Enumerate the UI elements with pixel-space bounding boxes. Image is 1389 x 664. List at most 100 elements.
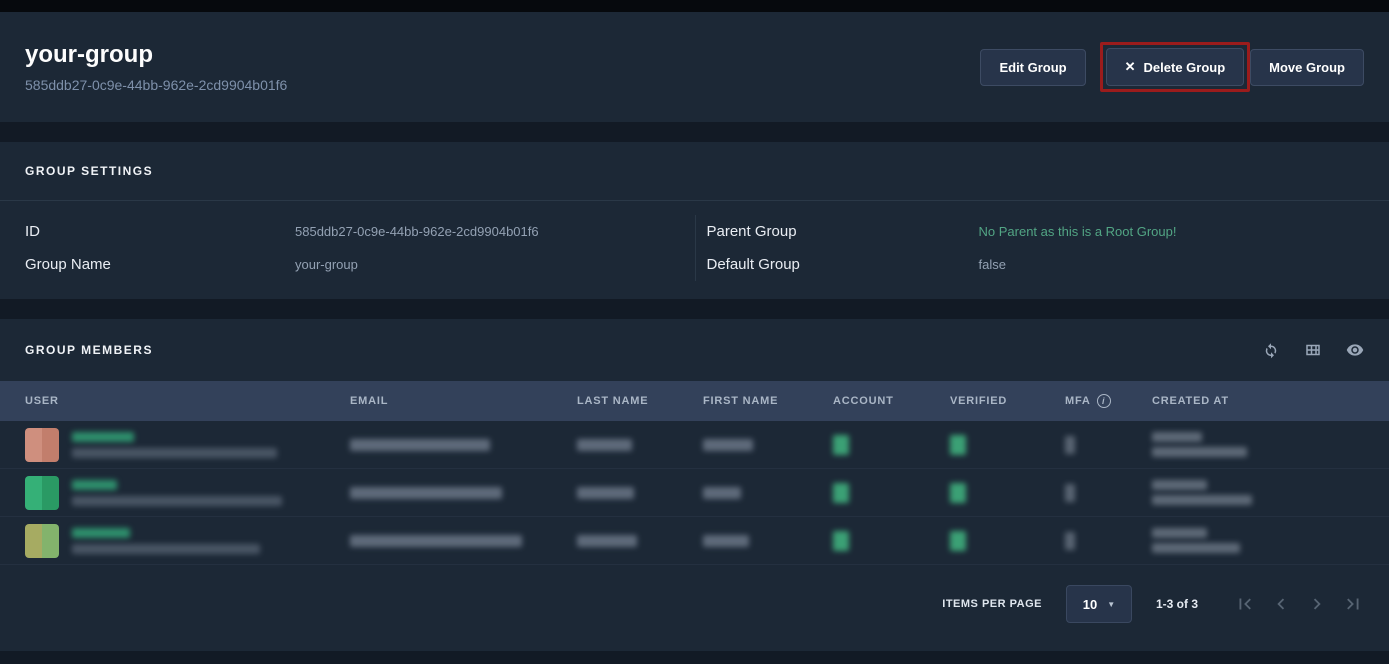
column-header-created-at: CREATED AT — [1152, 395, 1389, 407]
redacted-created-line — [1152, 528, 1207, 538]
user-cell — [0, 524, 350, 558]
redacted-created-line — [1152, 480, 1207, 490]
first-name-cell — [703, 535, 833, 547]
field-value: No Parent as this is a Root Group! — [979, 224, 1389, 239]
group-members-section: GROUP MEMBERS USEREMAILLAST NAMEFIRST NA… — [0, 319, 1389, 651]
field-value: 585ddb27-0c9e-44bb-962e-2cd9904b01f6 — [295, 224, 695, 239]
group-title-block: your-group 585ddb27-0c9e-44bb-962e-2cd99… — [25, 41, 287, 93]
eye-icon[interactable] — [1346, 341, 1364, 359]
column-header-label: LAST NAME — [577, 395, 648, 407]
group-members-title: GROUP MEMBERS — [25, 343, 153, 357]
last-name-cell — [577, 487, 703, 499]
delete-group-button[interactable]: ✕ Delete Group — [1106, 48, 1245, 86]
redacted-mfa-badge — [1065, 436, 1075, 454]
group-detail-page: your-group 585ddb27-0c9e-44bb-962e-2cd99… — [0, 0, 1389, 664]
verified-cell — [950, 435, 1065, 455]
field-label: ID — [25, 223, 295, 240]
field-parent-group: Parent Group No Parent as this is a Root… — [696, 215, 1389, 248]
table-icon[interactable] — [1304, 341, 1322, 359]
table-row[interactable] — [0, 421, 1389, 469]
column-header-verified: VERIFIED — [950, 395, 1065, 407]
column-header-label: MFA — [1065, 395, 1091, 407]
info-icon[interactable]: i — [1097, 394, 1111, 408]
mfa-cell — [1065, 484, 1152, 502]
redacted-created-line — [1152, 495, 1252, 505]
field-group-name: Group Name your-group — [0, 248, 695, 281]
email-cell — [350, 487, 577, 499]
redacted-last-name — [577, 487, 634, 499]
redacted-email — [350, 487, 502, 499]
avatar — [25, 428, 59, 462]
page-size-value: 10 — [1083, 597, 1097, 612]
group-settings-section: GROUP SETTINGS ID 585ddb27-0c9e-44bb-962… — [0, 142, 1389, 299]
redacted-last-name — [577, 535, 637, 547]
group-settings-title: GROUP SETTINGS — [0, 142, 1389, 201]
pagination-bar: ITEMS PER PAGE 10 ▼ 1-3 of 3 — [0, 565, 1389, 647]
first-name-cell — [703, 487, 833, 499]
redacted-account-badge — [833, 435, 849, 455]
redacted-user-subtext — [72, 544, 260, 554]
redacted-first-name — [703, 535, 749, 547]
close-icon: ✕ — [1125, 59, 1136, 75]
user-cell — [0, 428, 350, 462]
header-actions: Edit Group ✕ Delete Group Move Group — [980, 42, 1364, 92]
settings-grid: ID 585ddb27-0c9e-44bb-962e-2cd9904b01f6 … — [0, 215, 1389, 281]
page-size-select[interactable]: 10 ▼ — [1066, 585, 1132, 623]
avatar — [25, 524, 59, 558]
previous-page-icon[interactable] — [1270, 593, 1292, 615]
user-text-lines — [72, 432, 277, 458]
mfa-cell — [1065, 532, 1152, 550]
group-id-subtitle: 585ddb27-0c9e-44bb-962e-2cd9904b01f6 — [25, 77, 287, 93]
field-value: false — [979, 257, 1389, 272]
settings-right-column: Parent Group No Parent as this is a Root… — [695, 215, 1389, 281]
table-row[interactable] — [0, 517, 1389, 565]
verified-cell — [950, 531, 1065, 551]
user-cell — [0, 476, 350, 510]
account-cell — [833, 435, 950, 455]
redacted-email — [350, 439, 490, 451]
group-header: your-group 585ddb27-0c9e-44bb-962e-2cd99… — [0, 12, 1389, 122]
account-cell — [833, 483, 950, 503]
redacted-created-line — [1152, 543, 1240, 553]
redacted-username — [72, 528, 130, 538]
items-per-page-label: ITEMS PER PAGE — [942, 598, 1042, 610]
last-page-icon[interactable] — [1342, 593, 1364, 615]
redacted-email — [350, 535, 522, 547]
move-group-button[interactable]: Move Group — [1250, 49, 1364, 86]
column-header-label: ACCOUNT — [833, 395, 894, 407]
last-name-cell — [577, 439, 703, 451]
account-cell — [833, 531, 950, 551]
column-header-mfa: MFA i — [1065, 394, 1152, 408]
group-members-title-row: GROUP MEMBERS — [0, 319, 1389, 381]
redacted-created-line — [1152, 432, 1202, 442]
page-title: your-group — [25, 41, 287, 69]
last-name-cell — [577, 535, 703, 547]
field-label: Parent Group — [707, 223, 979, 240]
column-header-email: EMAIL — [350, 395, 577, 407]
email-cell — [350, 535, 577, 547]
field-label: Default Group — [707, 256, 979, 273]
redacted-first-name — [703, 487, 741, 499]
table-row[interactable] — [0, 469, 1389, 517]
settings-left-column: ID 585ddb27-0c9e-44bb-962e-2cd9904b01f6 … — [0, 215, 695, 281]
mfa-cell — [1065, 436, 1152, 454]
redacted-created-at — [1152, 480, 1252, 505]
first-name-cell — [703, 439, 833, 451]
redacted-verified-badge — [950, 531, 966, 551]
redacted-created-at — [1152, 432, 1247, 457]
window-top-strip — [0, 0, 1389, 12]
redacted-user-subtext — [72, 496, 282, 506]
refresh-icon[interactable] — [1262, 341, 1280, 359]
redacted-user-subtext — [72, 448, 277, 458]
first-page-icon[interactable] — [1234, 593, 1256, 615]
members-toolbar — [1262, 341, 1364, 359]
redacted-verified-badge — [950, 483, 966, 503]
edit-group-button[interactable]: Edit Group — [980, 49, 1085, 86]
redacted-mfa-badge — [1065, 484, 1075, 502]
next-page-icon[interactable] — [1306, 593, 1328, 615]
field-id: ID 585ddb27-0c9e-44bb-962e-2cd9904b01f6 — [0, 215, 695, 248]
avatar — [25, 476, 59, 510]
column-header-user: USER — [0, 395, 350, 407]
redacted-account-badge — [833, 531, 849, 551]
redacted-first-name — [703, 439, 753, 451]
